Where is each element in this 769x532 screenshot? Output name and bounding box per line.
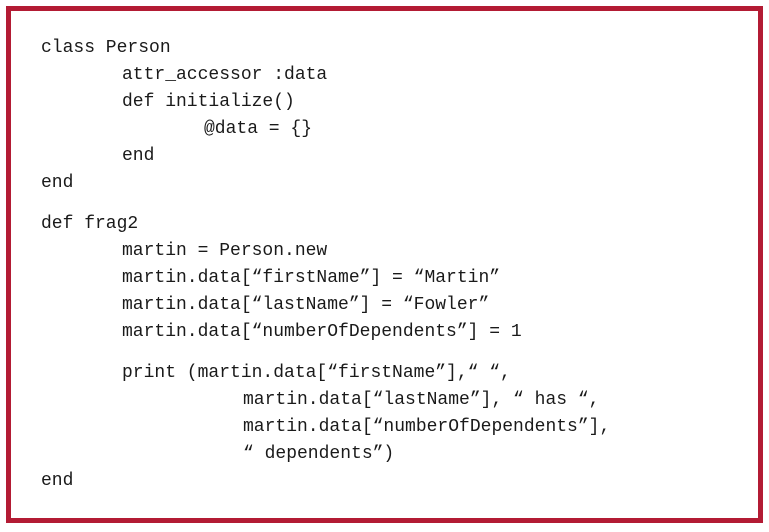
code-line: print (martin.data[“firstName”],“ “, bbox=[122, 363, 511, 383]
code-line: @data = {} bbox=[204, 119, 313, 139]
code-line: end bbox=[122, 146, 155, 166]
code-line: martin.data[“firstName”] = “Martin” bbox=[122, 268, 501, 288]
code-line: martin.data[“lastName”], “ has “, bbox=[243, 390, 600, 410]
code-line: class Person bbox=[41, 38, 171, 58]
code-listing: class Person attr_accessor :data def ini… bbox=[11, 11, 758, 518]
code-line: martin = Person.new bbox=[122, 241, 328, 261]
code-line: attr_accessor :data bbox=[122, 65, 328, 85]
code-line: martin.data[“lastName”] = “Fowler” bbox=[122, 295, 490, 315]
code-line: def frag2 bbox=[41, 214, 139, 234]
code-line: martin.data[“numberOfDependents”] = 1 bbox=[122, 322, 522, 342]
code-line: end bbox=[41, 471, 74, 491]
code-line: def initialize() bbox=[122, 92, 295, 112]
code-line: “ dependents”) bbox=[243, 444, 395, 464]
code-line: martin.data[“numberOfDependents”], bbox=[243, 417, 611, 437]
code-listing-frame: class Person attr_accessor :data def ini… bbox=[6, 6, 763, 523]
code-line: end bbox=[41, 173, 74, 193]
